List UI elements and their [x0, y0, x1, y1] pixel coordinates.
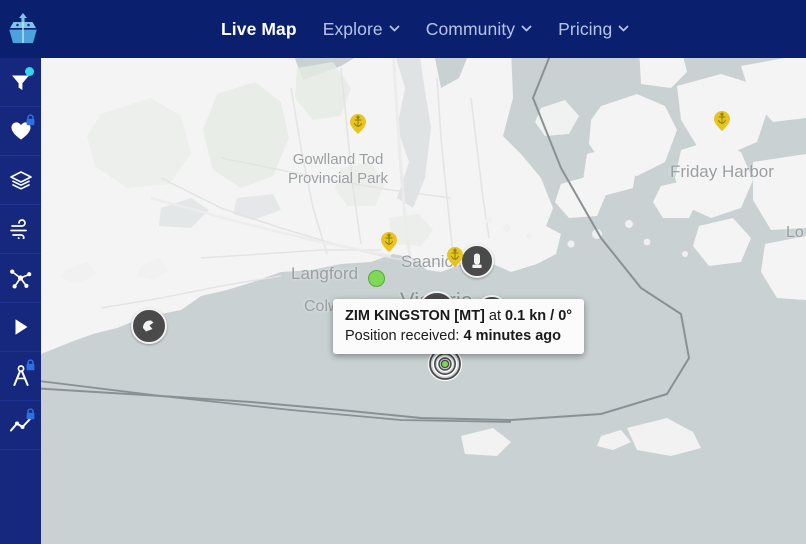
- tooltip-vessel-name: ZIM KINGSTON [MT]: [345, 308, 485, 324]
- sidebar-item-favorites[interactable]: [0, 107, 41, 156]
- vessel-marker-green-dot[interactable]: [368, 270, 385, 287]
- nav-label-pricing: Pricing: [558, 18, 613, 39]
- sidebar-item-filter[interactable]: [0, 58, 41, 107]
- anchorage-marker-victoria[interactable]: [447, 247, 463, 267]
- poi-monument-marker[interactable]: [460, 244, 494, 278]
- tooltip-line-vessel: ZIM KINGSTON [MT] at 0.1 kn / 0°: [345, 306, 572, 326]
- wind-icon: [9, 219, 27, 239]
- tooltip-position-label: Position received:: [345, 328, 460, 344]
- favorites-lock-icon: [25, 114, 36, 126]
- anchor-icon: [714, 111, 730, 131]
- sidebar-item-layers[interactable]: [0, 156, 41, 205]
- sidebar-item-analytics[interactable]: [0, 401, 41, 450]
- nav-label-community: Community: [425, 18, 516, 39]
- anchorage-marker-friday-harbor[interactable]: [714, 111, 730, 131]
- tooltip-line-position: Position received: 4 minutes ago: [345, 326, 572, 346]
- top-navigation-bar: Live Map Explore Community Pricing: [0, 0, 806, 58]
- play-icon: [15, 319, 27, 335]
- anchor-icon: [350, 114, 366, 134]
- layers-icon: [9, 170, 32, 190]
- chevron-down-icon: [521, 23, 532, 34]
- filter-badge-dot: [25, 67, 34, 76]
- nav-item-community[interactable]: Community: [426, 19, 532, 40]
- anchor-icon: [381, 232, 397, 252]
- tooltip-connector: at: [484, 308, 506, 324]
- landmark-icon: [143, 320, 154, 332]
- tooltip-speed-course: 0.1 kn / 0°: [505, 308, 573, 324]
- live-map-page: Live Map Explore Community Pricing Gowll…: [0, 0, 806, 544]
- nav-label-live-map: Live Map: [221, 18, 297, 39]
- nav-label-explore: Explore: [322, 18, 383, 39]
- vessel-tooltip: ZIM KINGSTON [MT] at 0.1 kn / 0° Positio…: [333, 299, 585, 354]
- nav-item-live-map[interactable]: Live Map: [221, 19, 297, 40]
- anchorage-marker-north[interactable]: [350, 114, 366, 134]
- nav-items: Live Map Explore Community Pricing: [221, 19, 629, 40]
- network-icon: [10, 269, 32, 289]
- ship-logo-icon[interactable]: [0, 0, 45, 58]
- left-sidebar: [0, 58, 41, 544]
- poi-landmark-marker[interactable]: [131, 308, 167, 344]
- sidebar-item-measure[interactable]: [0, 352, 41, 401]
- monument-icon: [472, 253, 482, 268]
- chevron-down-icon: [618, 23, 629, 34]
- nav-item-pricing[interactable]: Pricing: [558, 19, 629, 40]
- anchor-icon: [447, 247, 463, 267]
- analytics-lock-icon: [25, 408, 36, 420]
- nav-item-explore[interactable]: Explore: [323, 19, 400, 40]
- chevron-down-icon: [389, 23, 400, 34]
- sidebar-item-routes[interactable]: [0, 254, 41, 303]
- tooltip-position-value: 4 minutes ago: [463, 328, 561, 344]
- sidebar-item-playback[interactable]: [0, 303, 41, 352]
- measure-lock-icon: [25, 359, 36, 371]
- sidebar-item-weather[interactable]: [0, 205, 41, 254]
- anchorage-marker-esquimalt[interactable]: [381, 232, 397, 252]
